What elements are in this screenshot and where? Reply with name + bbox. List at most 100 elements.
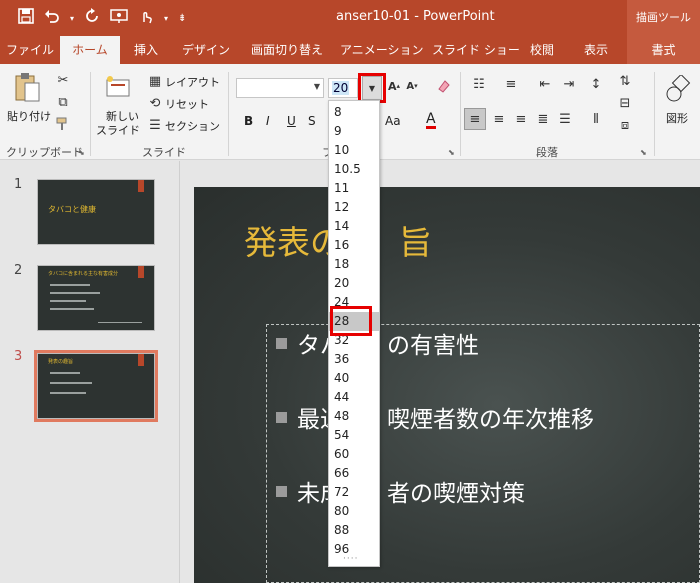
grow-font-icon[interactable]: A ▴ — [386, 78, 402, 94]
bullet-icon — [276, 337, 287, 349]
tab-format[interactable]: 書式 — [627, 36, 700, 64]
bullet-suffix: 者の喫煙対策 — [387, 481, 525, 507]
font-size-option[interactable]: 10.5 — [329, 160, 379, 179]
smartart-icon[interactable]: ⧈ — [616, 116, 634, 134]
font-size-option[interactable]: 36 — [329, 350, 379, 369]
cut-icon[interactable]: ✂ — [54, 72, 72, 88]
group-separator — [90, 72, 91, 156]
group-separator — [460, 72, 461, 156]
font-size-option[interactable]: 80 — [329, 502, 379, 521]
font-size-option[interactable]: 9 — [329, 122, 379, 141]
text-direction-icon[interactable]: ⇅ — [616, 72, 634, 90]
font-color-button[interactable]: A — [426, 112, 436, 129]
bullet-suffix: の有害性 — [387, 333, 479, 359]
font-size-option[interactable]: 8 — [329, 103, 379, 122]
slide-thumbnail-3[interactable]: 発表の趣旨 — [34, 350, 158, 422]
font-size-option[interactable]: 16 — [329, 236, 379, 255]
align-text-icon[interactable]: ⊟ — [616, 94, 634, 112]
group-separator — [654, 72, 655, 156]
dialog-launcher-icon[interactable]: ⬊ — [78, 148, 85, 157]
justify-icon[interactable]: ≣ — [534, 110, 552, 128]
chevron-down-icon[interactable]: ▼ — [314, 82, 320, 91]
new-slide-icon[interactable] — [104, 72, 134, 102]
numbering-icon[interactable]: ≡ — [500, 76, 522, 92]
dialog-launcher-icon[interactable]: ⬊ — [640, 148, 647, 157]
italic-button[interactable]: I — [266, 114, 270, 128]
font-size-option[interactable]: 40 — [329, 369, 379, 388]
font-size-option[interactable]: 44 — [329, 388, 379, 407]
font-size-option[interactable]: 54 — [329, 426, 379, 445]
slide-thumbnail-2[interactable]: タバコに含まれる主な有害成分 — [37, 265, 155, 331]
font-size-option[interactable]: 14 — [329, 217, 379, 236]
font-size-option[interactable]: 12 — [329, 198, 379, 217]
thumbnail-title: 発表の趣旨 — [48, 359, 74, 365]
bold-button[interactable]: B — [244, 114, 253, 128]
slide-thumbnail-1[interactable]: タバコと健康 — [37, 179, 155, 245]
undo-icon[interactable] — [44, 8, 60, 29]
font-size-option[interactable]: 18 — [329, 255, 379, 274]
section-icon[interactable]: ☰ — [148, 118, 162, 133]
copy-icon[interactable]: ⧉ — [54, 94, 72, 110]
tab-file[interactable]: ファイル — [6, 36, 54, 64]
tab-view[interactable]: 表示 — [576, 36, 616, 64]
dialog-launcher-icon[interactable]: ⬊ — [448, 148, 455, 157]
distributed-icon[interactable]: ☰ — [556, 110, 574, 128]
align-right-icon[interactable]: ≡ — [512, 110, 530, 128]
bullet-icon — [276, 411, 287, 423]
shadow-button[interactable]: S — [308, 114, 316, 128]
columns-icon[interactable]: ⫴ — [586, 110, 606, 128]
thumbnail-line — [50, 382, 92, 384]
bullet-item[interactable]: 未成 者の喫煙対策 — [276, 474, 525, 508]
save-icon[interactable] — [18, 8, 34, 29]
reset-button[interactable]: リセット — [165, 96, 209, 112]
layout-icon[interactable]: ▦ — [148, 74, 162, 89]
tab-design[interactable]: デザイン — [178, 36, 234, 64]
font-size-option[interactable]: 11 — [329, 179, 379, 198]
font-size-option[interactable]: 20 — [329, 274, 379, 293]
chevron-down-icon[interactable]: ▾ — [70, 10, 74, 28]
bullet-item[interactable]: 最近 喫煙者数の年次推移 — [276, 400, 594, 434]
shrink-font-icon[interactable]: A ▾ — [404, 78, 420, 94]
font-name-input[interactable]: ▼ — [236, 78, 324, 98]
tab-transitions[interactable]: 画面切り替え — [248, 36, 326, 64]
shapes-label[interactable]: 図形 — [666, 110, 688, 126]
customize-icon[interactable]: ⇟ — [178, 10, 186, 28]
decrease-indent-icon[interactable]: ⇤ — [536, 76, 554, 92]
thumbnail-line — [50, 392, 86, 394]
bullets-icon[interactable]: ☷ — [468, 76, 490, 92]
format-painter-icon[interactable] — [54, 116, 72, 132]
redo-icon[interactable] — [84, 8, 100, 29]
tab-slideshow[interactable]: スライド ショー — [432, 36, 520, 64]
tab-review[interactable]: 校閲 — [522, 36, 562, 64]
line-spacing-icon[interactable]: ↕ — [586, 76, 606, 92]
thumbnail-line — [50, 284, 90, 286]
layout-button[interactable]: レイアウト — [165, 74, 220, 90]
new-slide-label-2[interactable]: スライド — [96, 122, 140, 138]
font-size-option[interactable]: 88 — [329, 521, 379, 540]
align-center-icon[interactable]: ≡ — [490, 110, 508, 128]
font-size-option[interactable]: 66 — [329, 464, 379, 483]
font-size-option[interactable]: 48 — [329, 407, 379, 426]
shapes-icon[interactable] — [664, 74, 694, 104]
slide-number: 2 — [14, 263, 23, 278]
font-size-option[interactable]: 10 — [329, 141, 379, 160]
font-size-option[interactable]: 72 — [329, 483, 379, 502]
increase-indent-icon[interactable]: ⇥ — [560, 76, 578, 92]
font-size-input[interactable]: 20 — [328, 78, 358, 98]
tab-insert[interactable]: 挿入 — [126, 36, 166, 64]
underline-button[interactable]: U — [287, 114, 296, 128]
align-left-icon[interactable]: ≡ — [464, 108, 486, 130]
more-options-icon[interactable]: ···· — [343, 554, 358, 564]
change-case-button[interactable]: Aa — [385, 114, 401, 128]
present-icon[interactable] — [110, 8, 128, 29]
font-size-option[interactable]: 60 — [329, 445, 379, 464]
paste-label[interactable]: 貼り付け — [7, 108, 51, 124]
tab-home[interactable]: ホーム — [60, 36, 120, 64]
touch-icon[interactable] — [138, 8, 154, 29]
paste-icon[interactable] — [12, 70, 42, 104]
tab-animations[interactable]: アニメーション — [340, 36, 424, 64]
section-button[interactable]: セクション — [165, 118, 220, 134]
reset-icon[interactable]: ⟲ — [148, 96, 162, 111]
clear-formatting-icon[interactable] — [436, 78, 452, 94]
chevron-down-icon[interactable]: ▾ — [164, 10, 168, 28]
